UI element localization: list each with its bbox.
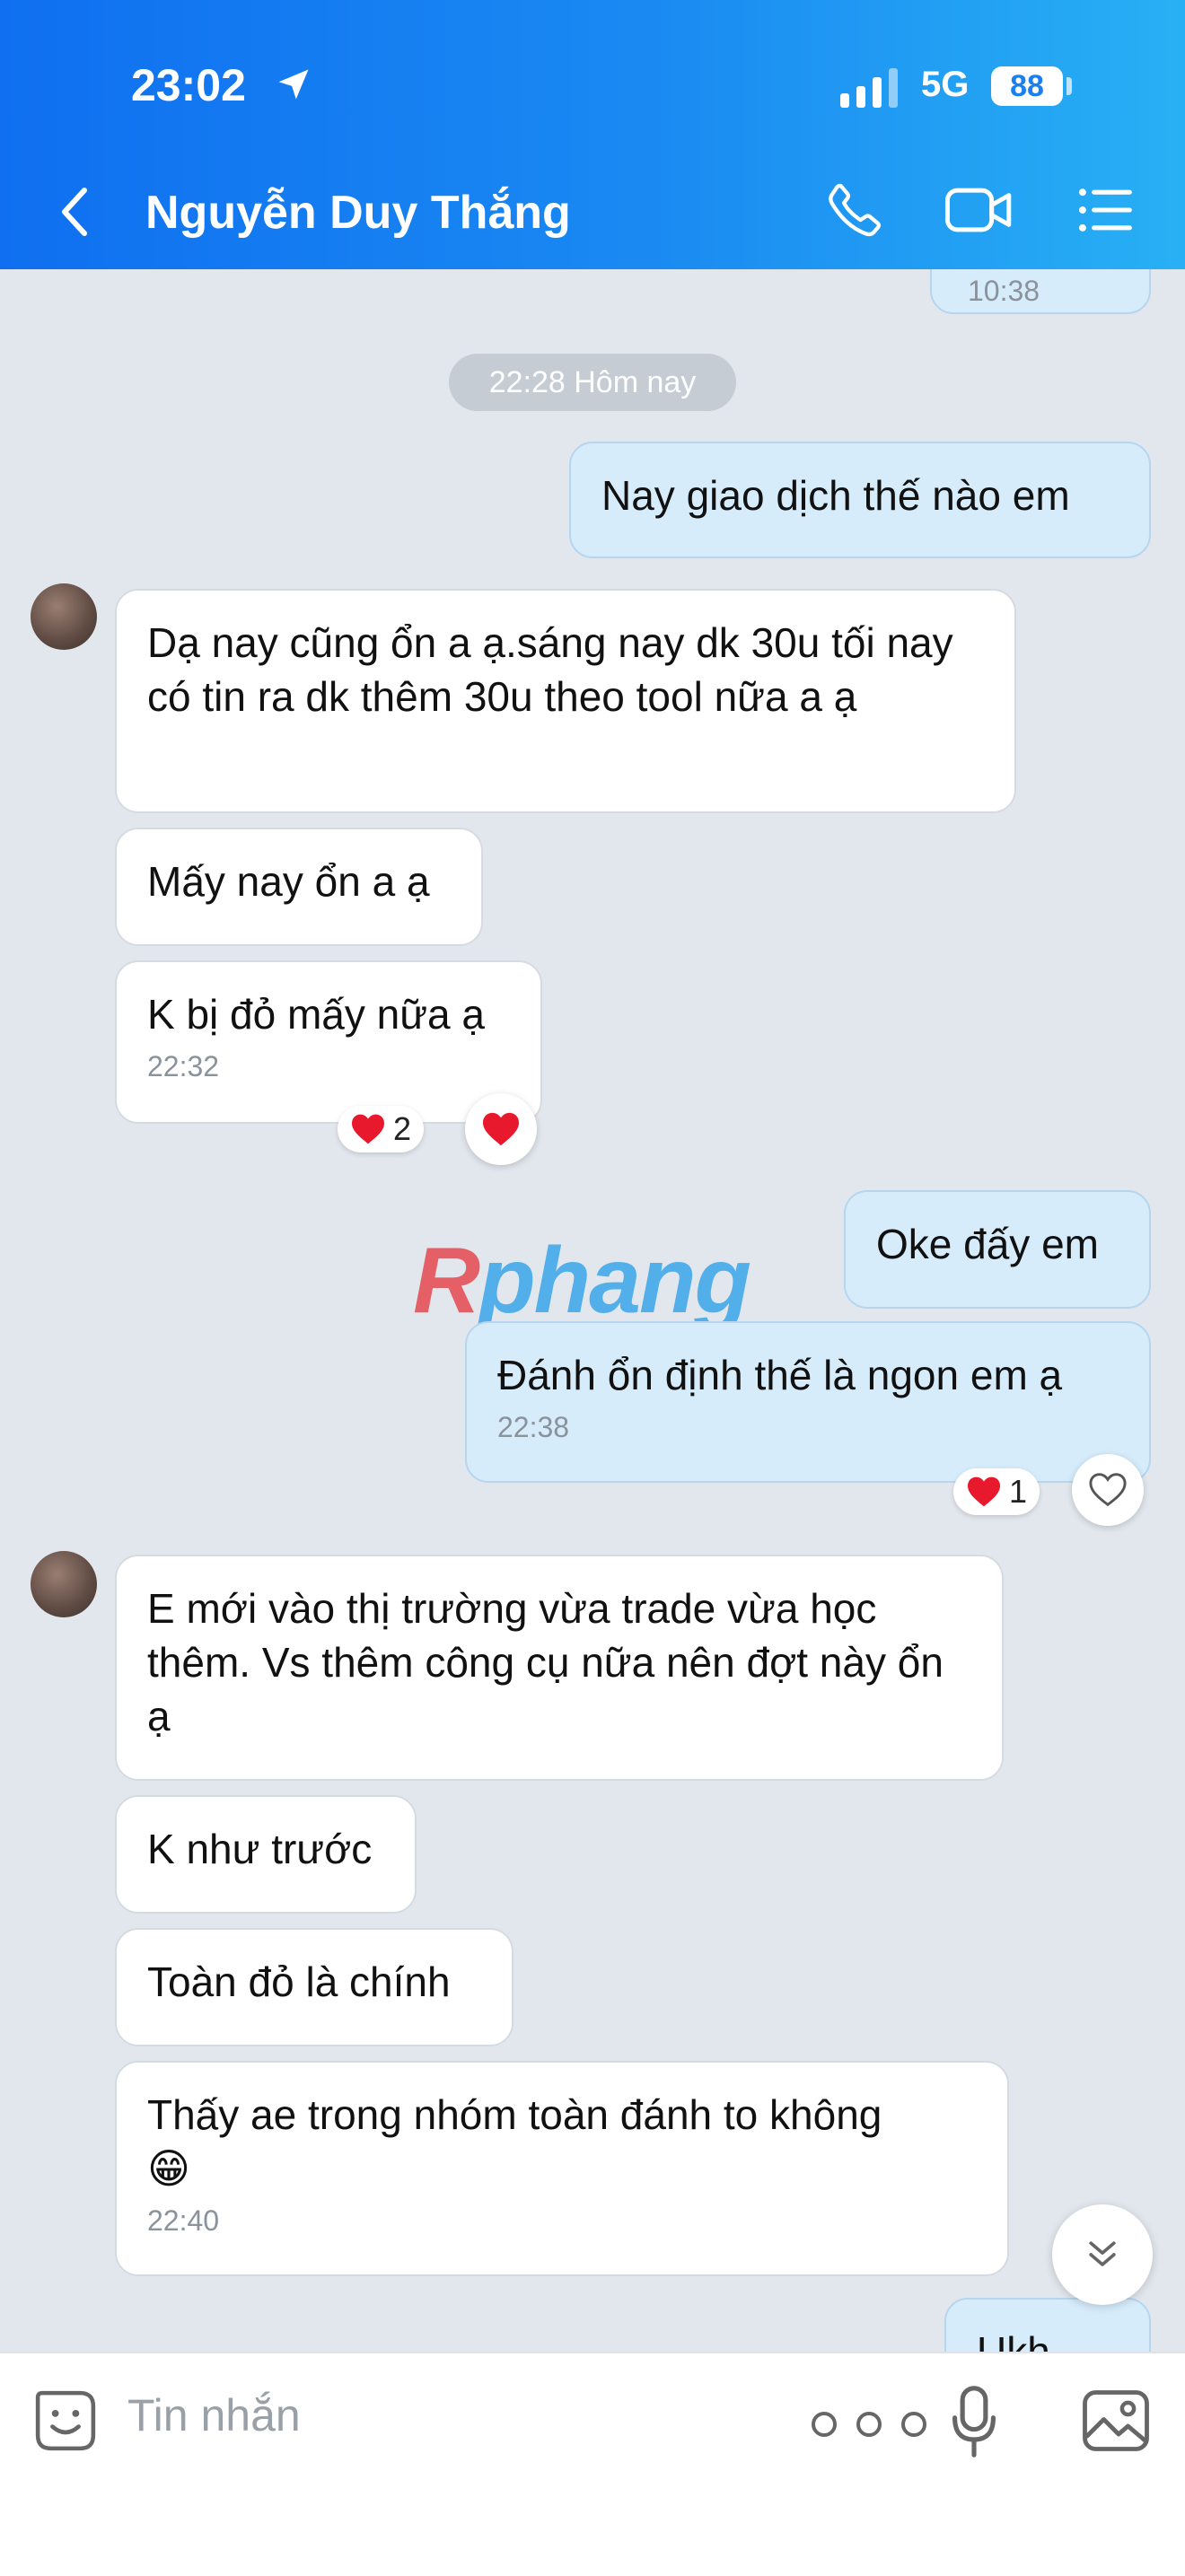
message-text: Thấy ae trong nhóm toàn đánh to không	[147, 2091, 882, 2138]
heart-icon	[352, 1114, 384, 1144]
cellular-signal-icon	[840, 68, 898, 108]
image-gallery-icon[interactable]	[1081, 2388, 1151, 2454]
message-text: Nay giao dịch thế nào em	[601, 472, 1070, 519]
sticker-emoji-icon[interactable]	[31, 2386, 101, 2456]
avatar[interactable]	[31, 1551, 97, 1617]
more-options-icon[interactable]	[808, 2409, 930, 2440]
message-bubble-incoming[interactable]: K như trước	[115, 1795, 417, 1914]
message-time: 10:38	[968, 275, 1040, 307]
message-bubble-incoming[interactable]: Mấy nay ổn a ạ	[115, 828, 483, 946]
reaction-count[interactable]: 1	[953, 1468, 1040, 1515]
scroll-to-bottom-button[interactable]	[1052, 2204, 1153, 2305]
message-text: Toàn đỏ là chính	[147, 1958, 451, 2005]
message-bubble-outgoing[interactable]: Nay giao dịch thế nào em	[569, 442, 1151, 558]
reaction-button[interactable]	[465, 1093, 537, 1165]
reaction-button[interactable]	[1072, 1454, 1144, 1526]
message-text: Dạ nay cũng ổn a ạ.sáng nay dk 30u tối n…	[147, 619, 953, 720]
contact-name[interactable]: Nguyễn Duy Thắng	[145, 186, 571, 240]
phone-call-icon[interactable]	[824, 180, 885, 241]
heart-icon	[968, 1476, 1000, 1507]
chat-header: 23:02 5G 88 Nguyễn Duy Thắng	[0, 0, 1185, 269]
message-bubble-incoming[interactable]: Toàn đỏ là chính	[115, 1928, 514, 2046]
message-text: K như trước	[147, 1826, 373, 1872]
location-arrow-icon	[278, 69, 309, 100]
reaction-count-label: 2	[393, 1110, 412, 1147]
message-bubble-incoming[interactable]: Thấy ae trong nhóm toàn đánh to không 😁 …	[115, 2061, 1009, 2276]
battery-indicator: 88	[991, 66, 1063, 106]
video-call-icon[interactable]	[943, 180, 1016, 241]
heart-icon	[483, 1112, 519, 1146]
back-chevron-icon[interactable]	[57, 185, 93, 239]
message-bubble-incoming[interactable]: Dạ nay cũng ổn a ạ.sáng nay dk 30u tối n…	[115, 589, 1016, 813]
message-time: 22:40	[147, 2204, 220, 2237]
message-time: 22:38	[497, 1411, 570, 1443]
message-text: K bị đỏ mấy nữa ạ	[147, 991, 485, 1038]
double-chevron-down-icon	[1089, 2241, 1116, 2266]
microphone-icon[interactable]	[950, 2386, 998, 2458]
message-text: Oke đấy em	[876, 1221, 1099, 1267]
grin-emoji: 😁	[147, 2144, 190, 2193]
message-input[interactable]: Tin nhắn	[127, 2389, 301, 2441]
message-composer: Tin nhắn	[0, 2352, 1185, 2576]
reaction-count-label: 1	[1009, 1473, 1028, 1510]
message-bubble-incoming[interactable]: K bị đỏ mấy nữa ạ 22:32	[115, 960, 542, 1124]
message-text: Đánh ổn định thế là ngon em ạ	[497, 1352, 1063, 1398]
watermark-logo: Rphang	[413, 1229, 751, 1333]
network-type: 5G	[921, 65, 970, 104]
date-separator: 22:28 Hôm nay	[449, 354, 736, 411]
avatar[interactable]	[31, 583, 97, 650]
message-bubble-incoming[interactable]: E mới vào thị trường vừa trade vừa học t…	[115, 1555, 1004, 1781]
message-bubble-outgoing[interactable]: Đánh ổn định thế là ngon em ạ 22:38	[465, 1321, 1151, 1483]
message-bubble-outgoing[interactable]: Oke đấy em	[844, 1190, 1151, 1309]
message-text: E mới vào thị trường vừa trade vừa học t…	[147, 1585, 944, 1739]
heart-outline-icon	[1089, 1473, 1127, 1507]
message-time: 22:32	[147, 1050, 220, 1082]
battery-nub	[1066, 77, 1072, 95]
menu-list-icon[interactable]	[1074, 180, 1135, 241]
message-text: Mấy nay ổn a ạ	[147, 858, 430, 905]
reaction-count[interactable]: 2	[338, 1106, 425, 1152]
status-time: 23:02	[131, 60, 246, 110]
